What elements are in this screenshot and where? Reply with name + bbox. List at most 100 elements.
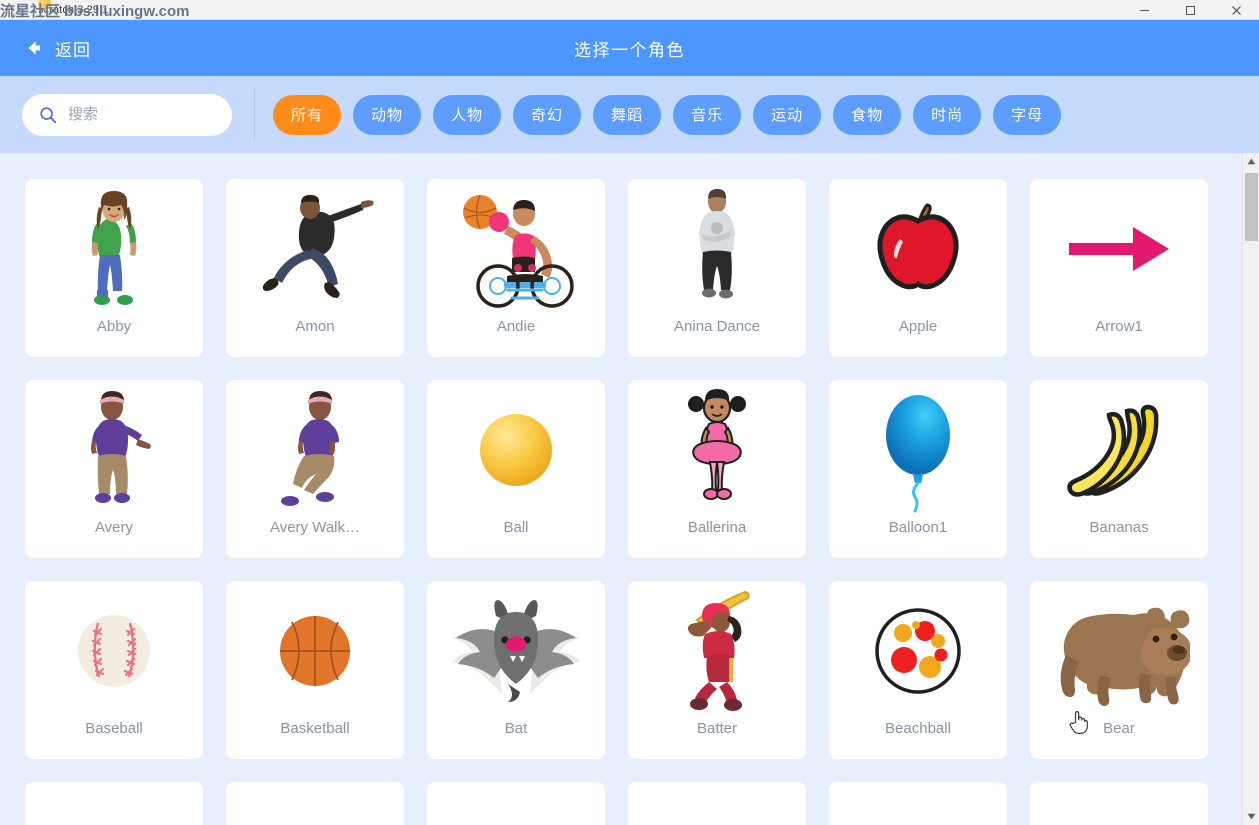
search-input[interactable] <box>68 106 208 123</box>
window-title: scratch 3.29.1 <box>38 3 109 16</box>
sprite-card[interactable]: Basketball <box>225 580 405 760</box>
tab-food[interactable]: 食物 <box>833 94 902 135</box>
basketball-thumbnail <box>226 581 404 721</box>
tab-label: 人物 <box>451 107 484 124</box>
tab-people[interactable]: 人物 <box>433 94 502 135</box>
library-header: 返回 选择一个角色 <box>0 20 1259 76</box>
page-title: 选择一个角色 <box>574 40 685 60</box>
back-button[interactable]: 返回 <box>22 36 91 61</box>
minimize-button[interactable] <box>1121 0 1167 20</box>
apple-thumbnail <box>829 179 1007 319</box>
close-button[interactable] <box>1213 0 1259 20</box>
ben-thumbnail <box>628 782 806 825</box>
sprite-card-label: Baseball <box>85 721 143 736</box>
sprite-card[interactable]: Bear <box>1029 580 1209 760</box>
sprite-card-label: Bananas <box>1089 520 1149 535</box>
sprite-card[interactable]: Batter <box>627 580 807 760</box>
tab-label: 奇幻 <box>531 107 564 124</box>
sprite-card[interactable] <box>828 781 1008 825</box>
search-icon <box>40 106 57 123</box>
tab-animals[interactable]: 动物 <box>353 94 422 135</box>
sprite-card[interactable]: Baseball <box>24 580 204 760</box>
bear-walking-thumbnail <box>25 782 203 825</box>
tab-letters[interactable]: 字母 <box>993 94 1062 135</box>
tab-label: 动物 <box>371 107 404 124</box>
scratch-sprite-library-window: scratch 3.29.1 流星社区 bbs.lluxingw.com 返回 … <box>0 0 1259 825</box>
sprite-card-label: Abby <box>96 319 132 334</box>
tab-label: 时尚 <box>931 107 964 124</box>
sprite-card[interactable]: Balloon1 <box>828 379 1008 559</box>
sprite-card[interactable]: Bat <box>426 580 606 760</box>
scrollbar-thumb[interactable] <box>1245 173 1258 241</box>
sprite-card[interactable] <box>225 781 405 825</box>
sprite-card[interactable]: Andie <box>426 178 606 358</box>
beachball-thumbnail <box>829 581 1007 721</box>
sprite-card-label: Balloon1 <box>888 520 948 535</box>
sprite-card[interactable] <box>627 781 807 825</box>
sprite-card[interactable] <box>1029 781 1209 825</box>
scroll-up-arrow-icon[interactable] <box>1243 153 1259 170</box>
sprite-card-label: Basketball <box>280 721 350 736</box>
sprite-card[interactable]: Beachball <box>828 580 1008 760</box>
tab-label: 舞蹈 <box>611 107 644 124</box>
tab-all[interactable]: 所有 <box>273 94 342 135</box>
anina-dance-thumbnail <box>628 179 806 319</box>
bell-thumbnail <box>427 782 605 825</box>
sprite-card-label: Batter <box>696 721 738 736</box>
tab-label: 食物 <box>851 107 884 124</box>
sprite-card[interactable] <box>426 781 606 825</box>
sprite-card[interactable]: Abby <box>24 178 204 358</box>
sprite-card[interactable]: Arrow1 <box>1029 178 1209 358</box>
sprite-card[interactable]: Avery <box>24 379 204 559</box>
sprite-card[interactable]: Ballerina <box>627 379 807 559</box>
sprite-card-label: Ballerina <box>687 520 747 535</box>
bowtie-thumbnail <box>1030 782 1208 825</box>
sprite-card-label: Bat <box>504 721 528 736</box>
window-titlebar: scratch 3.29.1 流星社区 bbs.lluxingw.com <box>0 0 1259 20</box>
sprite-card-label: Avery <box>94 520 134 535</box>
arrow1-thumbnail <box>1030 179 1208 319</box>
bananas-thumbnail <box>1030 380 1208 520</box>
sprite-card[interactable]: Apple <box>828 178 1008 358</box>
search-box[interactable] <box>22 93 232 136</box>
avery-walking-thumbnail <box>226 380 404 520</box>
sprite-card-label: Anina Dance <box>674 319 760 334</box>
batter-thumbnail <box>628 581 806 721</box>
tab-dance[interactable]: 舞蹈 <box>593 94 662 135</box>
amon-thumbnail <box>226 179 404 319</box>
sprite-card-label: Ball <box>503 520 529 535</box>
tab-fantasy[interactable]: 奇幻 <box>513 94 582 135</box>
sprite-card-label: Amon <box>295 319 335 334</box>
avery-thumbnail <box>25 380 203 520</box>
bat-thumbnail <box>427 581 605 721</box>
maximize-button[interactable] <box>1167 0 1213 20</box>
tab-label: 运动 <box>771 107 804 124</box>
tab-music[interactable]: 音乐 <box>673 94 742 135</box>
sprite-grid-area: Abby Amon Andie Anina Dance Apple Arrow1… <box>0 153 1259 825</box>
baseball-thumbnail <box>25 581 203 721</box>
sprite-card-label: Andie <box>496 319 536 334</box>
sprite-card-label: Beachball <box>885 721 951 736</box>
sprite-card[interactable]: Anina Dance <box>627 178 807 358</box>
scroll-down-arrow-icon[interactable] <box>1243 808 1259 825</box>
category-tabs: 所有 动物 人物 奇幻 舞蹈 音乐 运动 食物 时尚 字母 <box>273 94 1062 135</box>
sprite-card-label: Bear <box>1103 721 1135 736</box>
tab-fashion[interactable]: 时尚 <box>913 94 982 135</box>
tab-label: 所有 <box>291 107 324 124</box>
andie-thumbnail <box>427 179 605 319</box>
vertical-scrollbar[interactable] <box>1242 153 1259 825</box>
sprite-card[interactable]: Ball <box>426 379 606 559</box>
sprite-card[interactable]: Bananas <box>1029 379 1209 559</box>
tab-sports[interactable]: 运动 <box>753 94 822 135</box>
sprite-card[interactable]: Avery Walk… <box>225 379 405 559</box>
filter-divider <box>254 88 255 141</box>
beetles-thumbnail <box>226 782 404 825</box>
ballerina-thumbnail <box>628 380 806 520</box>
sprite-card[interactable] <box>24 781 204 825</box>
balloon1-thumbnail <box>829 380 1007 520</box>
abby-thumbnail <box>25 179 203 319</box>
sprite-card[interactable]: Amon <box>225 178 405 358</box>
tab-label: 字母 <box>1011 107 1044 124</box>
back-button-label: 返回 <box>55 40 91 60</box>
sprite-card-label: Apple <box>898 319 938 334</box>
